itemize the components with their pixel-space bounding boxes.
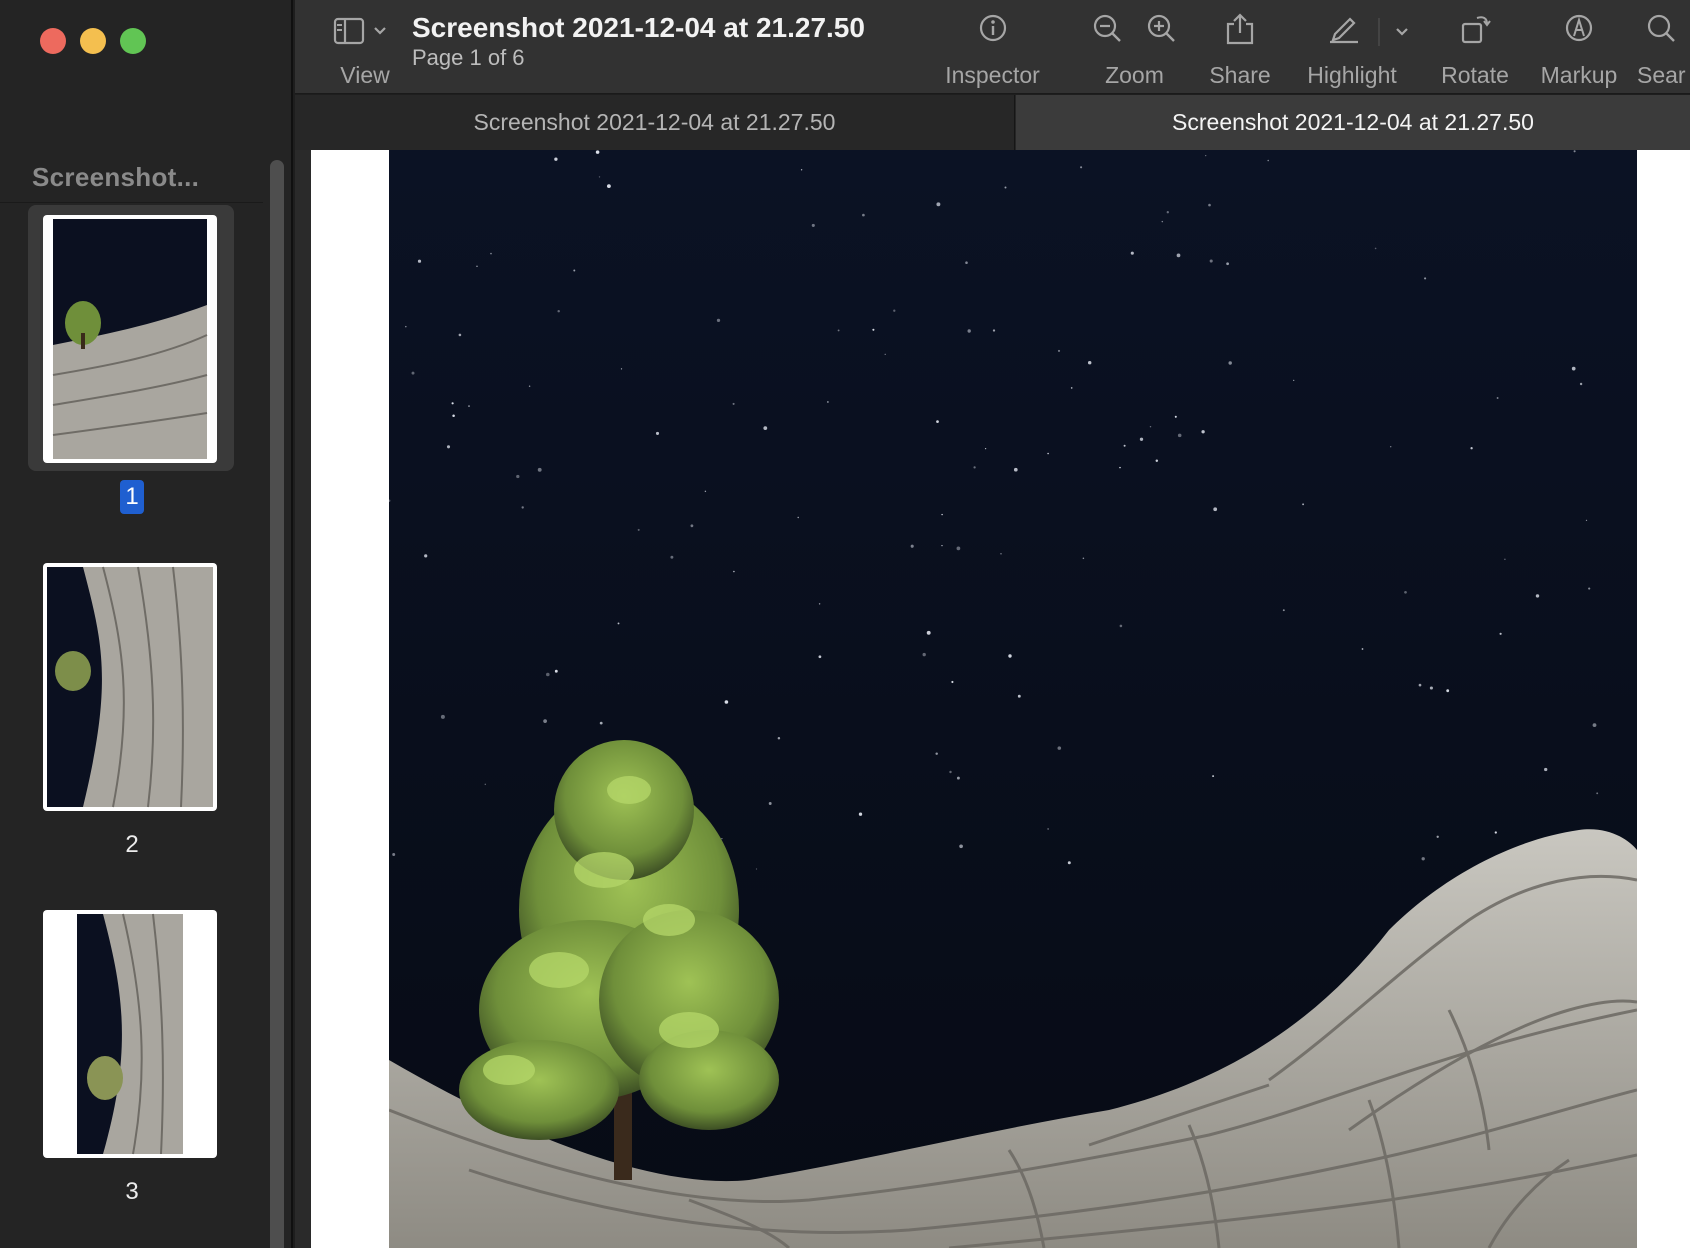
thumbnail-image [43, 215, 217, 463]
thumbnail-page-2[interactable] [28, 553, 234, 819]
thumbnail-image [43, 910, 217, 1158]
zoom-label: Zoom [1105, 62, 1164, 88]
search-label: Sear [1637, 62, 1686, 88]
tab-document-1[interactable]: Screenshot 2021-12-04 at 21.27.50 [295, 95, 1015, 150]
toolbar: View Screenshot 2021-12-04 at 21.27.50 P… [295, 0, 1690, 94]
search-button[interactable]: Sear [1635, 0, 1690, 94]
sidebar-icon [333, 16, 397, 51]
zoom-in-icon[interactable] [1145, 12, 1177, 49]
window-controls [40, 28, 146, 54]
thumbnail-page-3[interactable] [28, 900, 234, 1166]
sidebar-document-title: Screenshot... [32, 162, 200, 192]
zoom-out-icon[interactable] [1091, 12, 1123, 49]
share-button[interactable]: Share [1190, 0, 1290, 94]
thumbnail-page-1[interactable] [28, 205, 234, 471]
document-page [311, 150, 1690, 1248]
markup-icon [1563, 12, 1595, 49]
thumbnail-number: 3 [125, 1178, 139, 1205]
view-button[interactable]: View [325, 0, 405, 94]
document-title: Screenshot 2021-12-04 at 21.27.50 [412, 12, 865, 43]
tab-bar: Screenshot 2021-12-04 at 21.27.50 Screen… [295, 95, 1690, 150]
view-label: View [340, 62, 390, 88]
zoom-control: Zoom [1065, 0, 1180, 94]
highlight-button[interactable]: Highlight [1305, 0, 1445, 94]
page-indicator: Page 1 of 6 [412, 45, 525, 70]
document-viewer[interactable] [295, 150, 1690, 1248]
inspector-button[interactable]: Inspector [935, 0, 1050, 94]
minimize-window-button[interactable] [80, 28, 106, 54]
share-icon [1224, 12, 1256, 51]
rotate-button[interactable]: Rotate [1425, 0, 1525, 94]
inspector-label: Inspector [945, 62, 1040, 88]
zoom-window-button[interactable] [120, 28, 146, 54]
thumbnail-number: 1 [120, 480, 144, 514]
thumbnail-number: 2 [125, 831, 139, 858]
markup-button[interactable]: Markup [1529, 0, 1629, 94]
close-window-button[interactable] [40, 28, 66, 54]
pencil-icon [1327, 12, 1361, 49]
rotate-icon [1459, 12, 1491, 51]
sidebar-divider [0, 202, 263, 203]
sidebar-scrollbar[interactable] [270, 160, 284, 1248]
rotate-label: Rotate [1441, 62, 1509, 88]
sidebar: Screenshot... 1 2 3 [0, 0, 293, 1248]
markup-label: Markup [1540, 62, 1618, 88]
search-icon [1645, 12, 1677, 49]
share-label: Share [1209, 62, 1271, 88]
vertical-scrollbar[interactable] [295, 150, 311, 1248]
info-icon [977, 12, 1009, 49]
page-image [389, 150, 1637, 1248]
chevron-down-icon[interactable] [1377, 18, 1417, 53]
highlight-label: Highlight [1307, 62, 1397, 88]
tab-document-2[interactable]: Screenshot 2021-12-04 at 21.27.50 [1016, 95, 1690, 150]
thumbnail-image [43, 563, 217, 811]
